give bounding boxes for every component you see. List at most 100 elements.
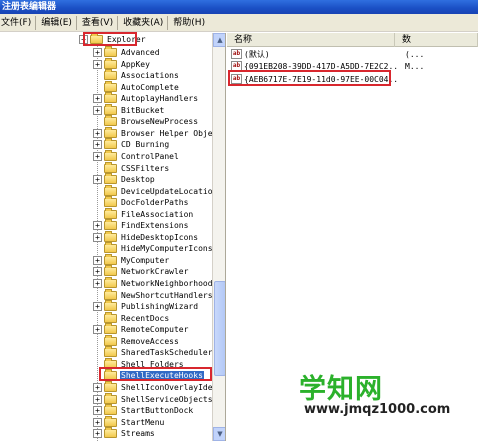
value-name: (默认) — [244, 49, 270, 59]
folder-icon — [104, 208, 117, 219]
tree-item-label: CSSFilters — [121, 163, 170, 173]
folder-icon — [104, 185, 117, 196]
tree-item[interactable]: + StartMenu — [93, 416, 165, 428]
tree-item-label: AutoplayHandlers — [121, 93, 199, 103]
expand-icon[interactable]: + — [93, 279, 102, 288]
scroll-down-arrow-icon[interactable]: ▼ — [213, 427, 225, 441]
scrollbar-thumb[interactable] — [214, 281, 225, 376]
folder-icon — [104, 138, 117, 149]
expand-icon[interactable]: + — [93, 267, 102, 276]
tree-item[interactable]: + AppKey — [93, 58, 151, 70]
tree-item-label: DocFolderPaths — [121, 197, 189, 207]
menu-view[interactable]: 查看(V) — [81, 14, 117, 32]
tree-vertical-scrollbar[interactable]: ▲ ▼ — [212, 33, 225, 441]
tree-item[interactable]: + AutoplayHandlers — [93, 92, 199, 104]
menu-help[interactable]: 帮助(H) — [172, 14, 209, 32]
tree-item-label: ShellIconOverlayIdentifiers — [121, 382, 212, 392]
tree-item[interactable]: Associations — [93, 69, 180, 81]
tree-item-label: RemoveAccess — [121, 336, 179, 346]
tree-item[interactable]: + ShellIconOverlayIdentifiers — [93, 381, 212, 393]
expand-icon[interactable]: + — [93, 94, 102, 103]
expand-icon[interactable]: + — [93, 129, 102, 138]
column-name-header[interactable]: 名称 — [227, 33, 395, 47]
value-data: M... — [405, 61, 425, 71]
tree-item[interactable]: + BitBucket — [93, 104, 165, 116]
expand-icon[interactable]: + — [93, 325, 102, 334]
tree-item[interactable]: + PublishingWizard — [93, 300, 199, 312]
folder-icon — [104, 81, 117, 92]
expand-icon[interactable]: + — [93, 140, 102, 149]
expand-icon[interactable]: + — [93, 383, 102, 392]
tree-item-label: HideDesktopIcons — [121, 232, 199, 242]
tree-item[interactable]: + CD Burning — [93, 138, 170, 150]
folder-icon — [104, 104, 117, 115]
tree-item[interactable]: + ControlPanel — [93, 150, 180, 162]
scroll-up-arrow-icon[interactable]: ▲ — [213, 33, 225, 47]
folder-icon — [104, 127, 117, 138]
expand-icon[interactable]: + — [93, 406, 102, 415]
tree-item[interactable]: + StartButtonDock — [93, 404, 194, 416]
tree-item-label: BitBucket — [121, 105, 165, 115]
folder-icon — [104, 58, 117, 69]
menu-bar: 文件(F) 编辑(E) 查看(V) 收藏夹(A) 帮助(H) — [0, 14, 478, 32]
folder-icon — [104, 265, 117, 276]
tree-item-label: HideMyComputerIcons — [121, 243, 212, 253]
menu-favorites[interactable]: 收藏夹(A) — [122, 14, 167, 32]
expand-icon[interactable]: + — [93, 418, 102, 427]
tree-item[interactable]: + Desktop — [93, 173, 156, 185]
folder-icon — [104, 346, 117, 357]
folder-icon — [104, 335, 117, 346]
expand-icon[interactable]: + — [93, 48, 102, 57]
folder-icon — [104, 323, 117, 334]
tree-item[interactable]: + NetworkNeighborhood — [93, 277, 212, 289]
tree-item[interactable]: + RemoteComputer — [93, 323, 189, 335]
tree-item-label: Associations — [121, 70, 179, 80]
tree-item-label: BrowseNewProcess — [121, 116, 199, 126]
tree-item[interactable]: + FindExtensions — [93, 219, 189, 231]
folder-icon — [104, 254, 117, 265]
folder-icon — [104, 312, 117, 323]
tree-item-label: StartMenu — [121, 417, 165, 427]
tree-item[interactable]: SharedTaskScheduler — [93, 346, 212, 358]
folder-icon — [104, 416, 117, 427]
tree-item-label: DeviceUpdateLocations — [121, 186, 212, 196]
expand-icon[interactable]: + — [93, 60, 102, 69]
tree-item-label: FileAssociation — [121, 209, 194, 219]
column-data-header[interactable]: 数 — [395, 33, 478, 47]
tree-item-label: AutoComplete — [121, 82, 179, 92]
highlight-box-shellexecutehooks — [99, 367, 212, 381]
menu-separator — [35, 15, 37, 30]
menu-separator — [75, 15, 77, 30]
tree-item[interactable]: + Streams — [93, 427, 156, 439]
menu-file[interactable]: 文件(F) — [0, 14, 35, 32]
registry-value-row[interactable]: ab (默认) (... — [231, 48, 424, 60]
expand-icon[interactable]: + — [93, 152, 102, 161]
expand-icon[interactable]: + — [93, 106, 102, 115]
expand-icon[interactable]: + — [93, 233, 102, 242]
window-title: 注册表编辑器 — [0, 0, 478, 14]
tree-item[interactable]: HideMyComputerIcons — [93, 242, 212, 254]
watermark-url: www.jmqz1000.com — [304, 402, 451, 417]
folder-icon — [104, 150, 117, 161]
expand-icon[interactable]: + — [93, 221, 102, 230]
expand-icon[interactable]: + — [93, 302, 102, 311]
menu-edit[interactable]: 编辑(E) — [40, 14, 76, 32]
folder-icon — [104, 69, 117, 80]
expand-icon[interactable]: + — [93, 395, 102, 404]
tree-item-label: RecentDocs — [121, 313, 170, 323]
expand-icon[interactable]: + — [93, 256, 102, 265]
string-value-icon: ab — [231, 49, 242, 59]
tree-item[interactable]: DocFolderPaths — [93, 196, 189, 208]
folder-icon — [104, 115, 117, 126]
tree-item[interactable]: + Advanced — [93, 46, 161, 58]
expand-icon[interactable]: + — [93, 175, 102, 184]
expand-icon[interactable]: + — [93, 429, 102, 438]
folder-icon — [104, 219, 117, 230]
tree-item-label: Streams — [121, 428, 155, 438]
watermark-logo-text: 学知网 — [299, 374, 383, 405]
tree-item[interactable]: BrowseNewProcess — [93, 115, 199, 127]
list-column-header: 名称 数 — [227, 33, 478, 47]
menu-separator — [167, 15, 169, 30]
tree-item[interactable]: + NetworkCrawler — [93, 265, 189, 277]
folder-icon — [104, 92, 117, 103]
